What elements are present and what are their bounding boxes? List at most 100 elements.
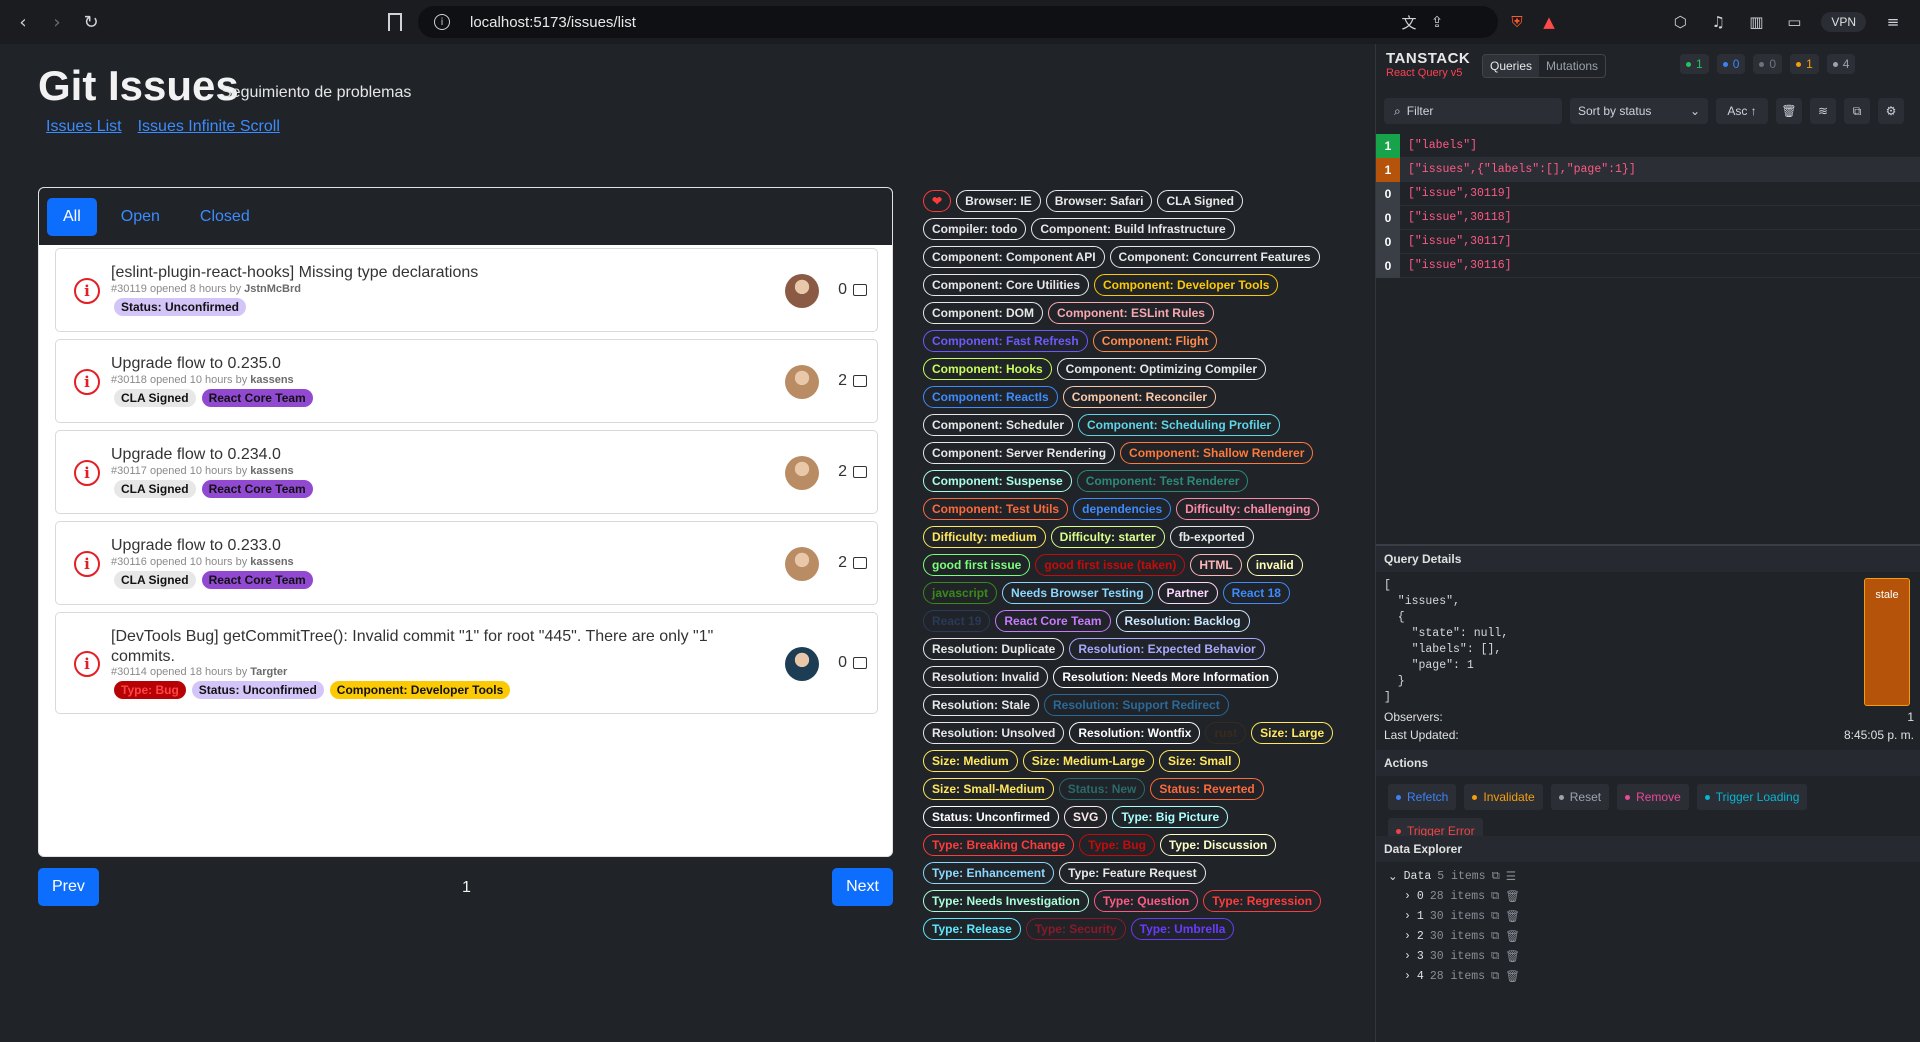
label-filter-chip[interactable]: Difficulty: medium (923, 526, 1046, 548)
label-filter-chip[interactable]: dependencies (1073, 498, 1172, 520)
label-filter-chip[interactable]: Component: Developer Tools (1094, 274, 1279, 296)
label-filter-chip[interactable]: React Core Team (995, 610, 1111, 632)
trash-icon[interactable]: 🗑 (1505, 949, 1520, 964)
label-filter-chip[interactable]: Component: DOM (923, 302, 1043, 324)
issue-title[interactable]: [DevTools Bug] getCommitTree(): Invalid … (111, 625, 713, 649)
wifi-icon[interactable]: ≋ (1810, 98, 1836, 124)
copy-icon[interactable]: ⧉ (1491, 890, 1499, 903)
issue-author[interactable]: kassens (250, 465, 293, 477)
label-filter-chip[interactable]: Type: Bug (1079, 834, 1155, 856)
label-filter-chip[interactable]: Resolution: Invalid (923, 666, 1049, 688)
filter-input[interactable]: ⌕ Filter (1384, 98, 1562, 124)
label-filter-chip[interactable]: Component: Build Infrastructure (1031, 218, 1235, 240)
issue-label[interactable]: Component: Developer Tools (329, 681, 511, 699)
label-filter-chip[interactable]: Type: Question (1093, 890, 1199, 912)
label-filter-chip[interactable]: Size: Large (1251, 722, 1334, 744)
media-icon[interactable]: ♫ (1707, 11, 1729, 33)
share-icon[interactable]: ⇪ (1426, 11, 1448, 33)
issue-label[interactable]: CLA Signed (114, 571, 196, 589)
label-filter-chip[interactable]: Component: ReactIs (923, 386, 1058, 408)
copy-icon[interactable]: ⧉ (1491, 930, 1499, 943)
brave-shield-icon[interactable]: ⛨ (1506, 11, 1528, 33)
sort-order-button[interactable]: Asc ↑ (1716, 98, 1768, 124)
back-icon[interactable]: ‹ (6, 5, 40, 39)
label-filter-chip[interactable]: Size: Small-Medium (923, 778, 1054, 800)
label-filter-chip[interactable]: Status: Unconfirmed (923, 806, 1060, 828)
issue-card[interactable]: i Upgrade flow to 0.233.0 #30116 opened 10… (55, 521, 878, 605)
issue-author[interactable]: kassens (250, 556, 293, 568)
query-row[interactable]: 0 ["issue",30117] (1376, 229, 1920, 254)
copy-icon[interactable]: ⧉ (1491, 910, 1499, 923)
extensions-icon[interactable]: ⬡ (1669, 11, 1691, 33)
label-filter-chip[interactable]: Type: Feature Request (1059, 862, 1206, 884)
label-filter-chip[interactable]: CLA Signed (1157, 190, 1244, 212)
data-item-row[interactable]: › 1 30 items ⧉ 🗑 (1388, 906, 1520, 926)
brave-rewards-icon[interactable]: ▲ (1538, 11, 1560, 33)
link-issues-list[interactable]: Issues List (46, 118, 122, 136)
trash-icon[interactable]: 🗑 (1505, 929, 1520, 944)
label-filter-chip[interactable]: invalid (1246, 554, 1303, 576)
label-filter-chip[interactable]: Status: Reverted (1150, 778, 1264, 800)
label-filter-chip[interactable]: good first issue (taken) (1035, 554, 1186, 576)
trash-icon[interactable]: 🗑 (1505, 909, 1520, 924)
label-filter-chip[interactable]: rust (1205, 722, 1247, 744)
tab-open[interactable]: Open (105, 198, 176, 236)
forward-icon[interactable]: › (40, 5, 74, 39)
issue-label[interactable]: React Core Team (201, 571, 313, 589)
label-filter-chip[interactable]: Type: Regression (1203, 890, 1322, 912)
label-filter-chip[interactable]: Resolution: Wontfix (1069, 722, 1201, 744)
label-filter-chip[interactable]: Type: Breaking Change (923, 834, 1075, 856)
site-info-icon[interactable]: i (434, 14, 450, 30)
action-button[interactable]: Refetch (1388, 784, 1457, 810)
issue-label[interactable]: Type: Bug (114, 681, 186, 699)
label-filter-chip[interactable]: Type: Big Picture (1112, 806, 1229, 828)
label-filter-chip[interactable]: Type: Security (1025, 918, 1126, 940)
vpn-button[interactable]: VPN (1821, 12, 1866, 32)
action-button[interactable]: Invalidate (1464, 784, 1543, 810)
label-filter-chip[interactable]: Component: Hooks (923, 358, 1052, 380)
issue-label[interactable]: CLA Signed (114, 389, 196, 407)
issue-label[interactable]: React Core Team (201, 389, 313, 407)
devtools-brand[interactable]: TANSTACK React Query v5 (1386, 50, 1470, 79)
label-filter-chip[interactable]: javascript (923, 582, 998, 604)
issue-card[interactable]: i Upgrade flow to 0.235.0 #30118 opened 10… (55, 339, 878, 423)
label-filter-chip[interactable]: Component: Server Rendering (923, 442, 1116, 464)
label-filter-chip[interactable]: Component: Shallow Renderer (1120, 442, 1314, 464)
label-filter-chip[interactable]: Difficulty: challenging (1176, 498, 1320, 520)
issue-title[interactable]: Upgrade flow to 0.233.0 (111, 534, 281, 558)
label-filter-chip[interactable]: Resolution: Unsolved (923, 722, 1065, 744)
trash-icon[interactable]: 🗑 (1776, 98, 1802, 124)
label-filter-chip[interactable]: Component: Scheduler (923, 414, 1074, 436)
label-filter-chip[interactable]: Component: Test Utils (923, 498, 1069, 520)
tab-queries[interactable]: Queries (1483, 55, 1540, 77)
label-filter-chip[interactable]: Type: Discussion (1159, 834, 1277, 856)
label-filter-chip[interactable]: SVG (1064, 806, 1108, 828)
data-root-row[interactable]: ⌄ Data 5 items ⧉ ☰ (1388, 866, 1520, 886)
issue-title[interactable]: Upgrade flow to 0.235.0 (111, 352, 281, 376)
label-filter-chip[interactable]: Component: Core Utilities (923, 274, 1090, 296)
query-row[interactable]: 0 ["issue",30118] (1376, 205, 1920, 230)
query-row[interactable]: 0 ["issue",30116] (1376, 253, 1920, 278)
settings-icon[interactable]: ⚙ (1878, 98, 1904, 124)
issue-label[interactable]: Status: Unconfirmed (114, 298, 247, 316)
popout-icon[interactable]: ⧉ (1844, 98, 1870, 124)
label-filter-chip[interactable]: Component: Fast Refresh (923, 330, 1088, 352)
label-filter-chip[interactable]: Component: Reconciler (1062, 386, 1217, 408)
issue-card[interactable]: i Upgrade flow to 0.234.0 #30117 opened 10… (55, 430, 878, 514)
label-filter-chip[interactable]: Type: Enhancement (923, 862, 1055, 884)
action-button[interactable]: Remove (1617, 784, 1689, 810)
label-filter-chip[interactable]: Component: Flight (1092, 330, 1218, 352)
label-filter-chip[interactable]: Resolution: Stale (923, 694, 1040, 716)
sidebar-icon[interactable]: ▥ (1745, 11, 1767, 33)
query-row[interactable]: 1 ["labels"] (1376, 133, 1920, 158)
label-filter-chip[interactable]: Status: New (1058, 778, 1146, 800)
tab-mutations[interactable]: Mutations (1539, 55, 1605, 77)
list-icon[interactable]: ☰ (1506, 869, 1516, 884)
address-bar[interactable]: i localhost:5173/issues/list 文 ⇪ ⛨ ▲ (418, 6, 1555, 38)
action-button[interactable]: Trigger Loading (1696, 784, 1808, 810)
label-filter-chip[interactable]: Component: ESLint Rules (1047, 302, 1214, 324)
link-issues-infinite[interactable]: Issues Infinite Scroll (138, 118, 280, 136)
tab-all[interactable]: All (47, 197, 97, 236)
label-filter-chip[interactable]: Component: Optimizing Compiler (1056, 358, 1266, 380)
label-filter-chip[interactable]: Resolution: Needs More Information (1053, 666, 1279, 688)
